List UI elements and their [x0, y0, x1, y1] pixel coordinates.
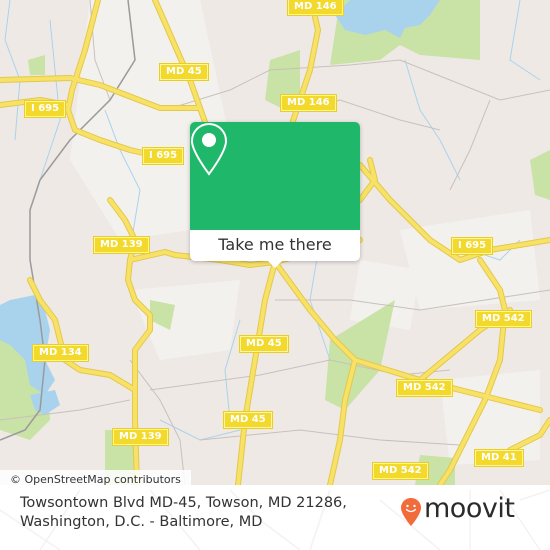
road-label-md542-south: MD 542 [373, 463, 428, 479]
location-popup: Take me there [190, 122, 360, 268]
road-label-md134: MD 134 [33, 345, 88, 361]
address-line-1: Towsontown Blvd MD-45, Towson, MD 21286, [20, 495, 347, 511]
popup-header [190, 122, 360, 230]
map-attribution[interactable]: © OpenStreetMap contributors [0, 470, 191, 485]
road-label-md45-center: MD 45 [240, 336, 288, 352]
road-label-md41: MD 41 [475, 450, 523, 466]
road-label-md45-north: MD 45 [160, 64, 208, 80]
road-label-md542-center: MD 542 [397, 380, 452, 396]
road-label-i695-center: I 695 [143, 148, 184, 164]
moovit-pin-icon [401, 498, 421, 526]
take-me-there-button[interactable]: Take me there [190, 230, 360, 261]
road-label-md146-mid: MD 146 [281, 95, 336, 111]
road-label-md45-south: MD 45 [224, 412, 272, 428]
footer: Towsontown Blvd MD-45, Towson, MD 21286,… [0, 490, 550, 550]
moovit-wordmark: moovit [424, 493, 515, 524]
road-label-md146-top: MD 146 [288, 0, 343, 15]
moovit-logo[interactable]: moovit [400, 493, 540, 527]
road-label-md139-south: MD 139 [113, 429, 168, 445]
road-label-md542-east: MD 542 [476, 311, 531, 327]
road-label-i695-west: I 695 [25, 101, 66, 117]
popup-pointer [267, 260, 283, 268]
address: Towsontown Blvd MD-45, Towson, MD 21286,… [20, 494, 347, 532]
road-label-md139-north: MD 139 [94, 237, 149, 253]
location-pin-icon [190, 122, 228, 176]
road-label-i695-east: I 695 [452, 238, 493, 254]
map-view[interactable]: MD 146 MD 45 MD 146 I 695 I 695 I 695 MD… [0, 0, 550, 485]
address-line-2: Washington, D.C. - Baltimore, MD [20, 514, 263, 530]
